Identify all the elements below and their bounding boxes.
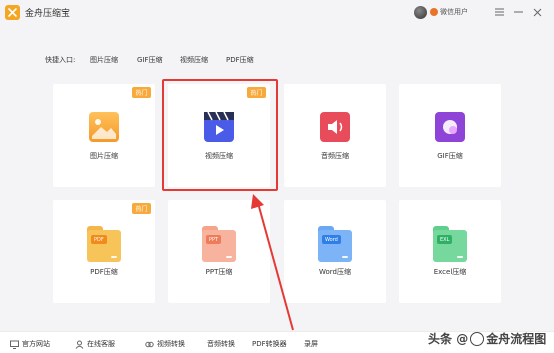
tool-card-pdf[interactable]: 热门 PDF PDF压缩 — [53, 200, 155, 303]
quick-link-pdf[interactable]: PDF压缩 — [226, 55, 254, 65]
footer-label: 音频转换 — [207, 340, 235, 348]
watermark-prefix: 头条 — [428, 332, 453, 346]
tool-label: Word压缩 — [319, 268, 351, 276]
pdf-convert-link[interactable]: PDF转换器 — [252, 339, 287, 349]
ppt-tag: PPT — [206, 235, 222, 244]
highlight-box — [162, 79, 278, 191]
hot-badge: 热门 — [132, 87, 151, 98]
pdf-tag: PDF — [91, 235, 107, 244]
menu-icon[interactable] — [493, 6, 505, 18]
tool-label: GIF压缩 — [437, 152, 463, 160]
tool-card-word[interactable]: Word Word压缩 — [284, 200, 386, 303]
audio-convert-link[interactable]: 音频转换 — [207, 339, 235, 349]
gif-icon — [435, 112, 465, 142]
tool-label: 图片压缩 — [90, 152, 118, 160]
tool-card-gif[interactable]: GIF压缩 — [399, 84, 501, 187]
image-icon — [89, 112, 119, 142]
tool-label: PPT压缩 — [205, 268, 233, 276]
online-support-link[interactable]: 在线客服 — [75, 339, 115, 349]
audio-icon — [320, 112, 350, 142]
tool-card-image[interactable]: 热门 图片压缩 — [53, 84, 155, 187]
monitor-icon — [10, 340, 19, 349]
watermark-logo-icon — [470, 331, 485, 346]
quick-entry-label: 快捷入口: — [45, 56, 76, 64]
quick-link-image[interactable]: 图片压缩 — [90, 55, 118, 65]
tool-card-excel[interactable]: EXL Excel压缩 — [399, 200, 501, 303]
link-icon — [145, 341, 154, 347]
tool-label: 音频压缩 — [321, 152, 349, 160]
quick-link-gif[interactable]: GIF压缩 — [137, 55, 163, 65]
official-website-link[interactable]: 官方网站 — [10, 339, 50, 349]
app-logo-icon — [5, 5, 20, 20]
screen-record-link[interactable]: 录屏 — [304, 339, 318, 349]
minimize-icon[interactable] — [512, 6, 524, 18]
hot-badge: 热门 — [132, 203, 151, 214]
watermark-at: @ — [456, 332, 469, 346]
quick-link-video[interactable]: 视频压缩 — [180, 55, 208, 65]
avatar[interactable] — [414, 6, 427, 19]
tool-label: Excel压缩 — [433, 268, 467, 276]
footer-label: 录屏 — [304, 340, 318, 348]
tool-card-ppt[interactable]: PPT PPT压缩 — [168, 200, 270, 303]
username[interactable]: 微信用户 — [440, 7, 468, 17]
footer-label: PDF转换器 — [252, 340, 287, 348]
app-title: 金舟压缩宝 — [25, 9, 71, 19]
tool-label: PDF压缩 — [90, 268, 118, 276]
title-bar: 金舟压缩宝 微信用户 — [0, 0, 554, 26]
footer-label: 在线客服 — [87, 340, 115, 348]
user-support-icon — [75, 340, 84, 349]
footer-label: 官方网站 — [22, 340, 50, 348]
video-convert-link[interactable]: 视频转换 — [145, 339, 185, 349]
excel-file-icon: EXL — [433, 226, 467, 262]
vip-badge-icon — [430, 8, 438, 16]
watermark-name: 金舟流程图 — [486, 332, 547, 346]
excel-tag: EXL — [437, 235, 453, 244]
word-tag: Word — [322, 235, 341, 244]
footer-label: 视频转换 — [157, 340, 185, 348]
pdf-file-icon: PDF — [87, 226, 121, 262]
watermark: 头条 @ 金舟流程图 — [428, 330, 546, 347]
word-file-icon: Word — [318, 226, 352, 262]
tool-card-audio[interactable]: 音频压缩 — [284, 84, 386, 187]
ppt-file-icon: PPT — [202, 226, 236, 262]
close-icon[interactable] — [531, 6, 543, 18]
